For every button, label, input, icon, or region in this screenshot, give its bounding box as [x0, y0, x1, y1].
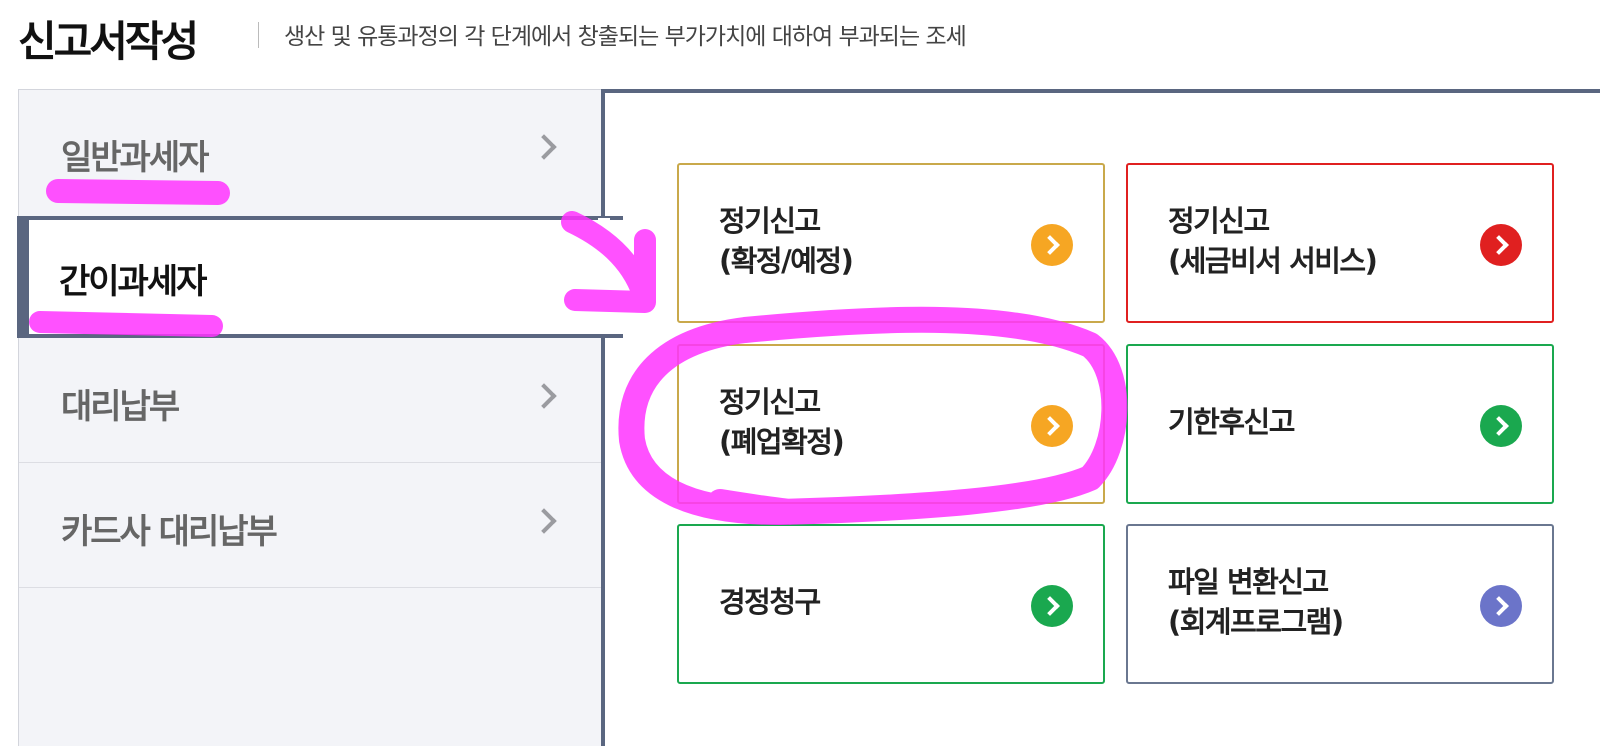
active-tab-connector [598, 218, 610, 331]
sidebar-item-general-taxpayer[interactable]: 일반과세자 [19, 90, 604, 214]
card-file-conversion-filing[interactable]: 파일 변환신고 (회계프로그램) [1126, 524, 1554, 684]
page-title: 신고서작성 [18, 17, 199, 66]
sidebar-item-label: 대리납부 [61, 387, 180, 427]
sidebar-item-label: 일반과세자 [61, 138, 209, 178]
card-correction-claim[interactable]: 경정청구 [677, 524, 1105, 684]
chevron-right-icon [1031, 224, 1073, 266]
sidebar-item-proxy-payment[interactable]: 대리납부 [19, 339, 604, 463]
card-title-line1: 정기신고 [719, 385, 821, 419]
chevron-right-icon [1480, 585, 1522, 627]
sidebar-item-label: 카드사 대리납부 [61, 512, 278, 552]
chevron-right-icon [1480, 405, 1522, 447]
sidebar-item-label: 간이과세자 [59, 262, 207, 302]
sidebar-item-card-proxy-payment[interactable]: 카드사 대리납부 [19, 464, 604, 588]
page: 신고서작성 생산 및 유통과정의 각 단계에서 창출되는 부가가치에 대하여 부… [0, 0, 1600, 746]
page-description: 생산 및 유통과정의 각 단계에서 창출되는 부가가치에 대하여 부과되는 조세 [284, 24, 967, 50]
card-regular-filing-confirmed[interactable]: 정기신고 (확정/예정) [677, 163, 1105, 323]
card-title-line2: (회계프로그램) [1168, 605, 1344, 639]
card-late-filing[interactable]: 기한후신고 [1126, 344, 1554, 504]
card-title-line1: 파일 변환신고 [1168, 565, 1329, 599]
card-title: 정기신고 (확정/예정) [719, 201, 854, 281]
card-title-line1: 정기신고 [1168, 204, 1270, 238]
chevron-right-icon [1031, 585, 1073, 627]
card-title-line2: (세금비서 서비스) [1168, 244, 1378, 278]
chevron-right-icon [531, 383, 557, 409]
card-title-line1: 정기신고 [719, 204, 821, 238]
sidebar-item-simplified-taxpayer[interactable]: 간이과세자 [17, 216, 623, 338]
card-title: 경정청구 [719, 582, 821, 622]
header-divider [258, 22, 259, 48]
card-regular-filing-closure[interactable]: 정기신고 (폐업확정) [677, 344, 1105, 504]
card-title-line1: 경정청구 [719, 585, 821, 619]
chevron-right-icon [1480, 224, 1522, 266]
card-regular-filing-tax-secretary[interactable]: 정기신고 (세금비서 서비스) [1126, 163, 1554, 323]
card-title: 파일 변환신고 (회계프로그램) [1168, 562, 1344, 642]
card-title-line2: (확정/예정) [719, 244, 854, 278]
chevron-right-icon [1031, 405, 1073, 447]
card-title-line1: 기한후신고 [1168, 405, 1295, 439]
card-title: 기한후신고 [1168, 402, 1295, 442]
chevron-right-icon [531, 508, 557, 534]
card-title-line2: (폐업확정) [719, 425, 845, 459]
card-title: 정기신고 (폐업확정) [719, 382, 845, 462]
chevron-right-icon [531, 134, 557, 160]
card-title: 정기신고 (세금비서 서비스) [1168, 201, 1378, 281]
sidebar: 일반과세자 대리납부 카드사 대리납부 간이과세자 [17, 89, 623, 746]
